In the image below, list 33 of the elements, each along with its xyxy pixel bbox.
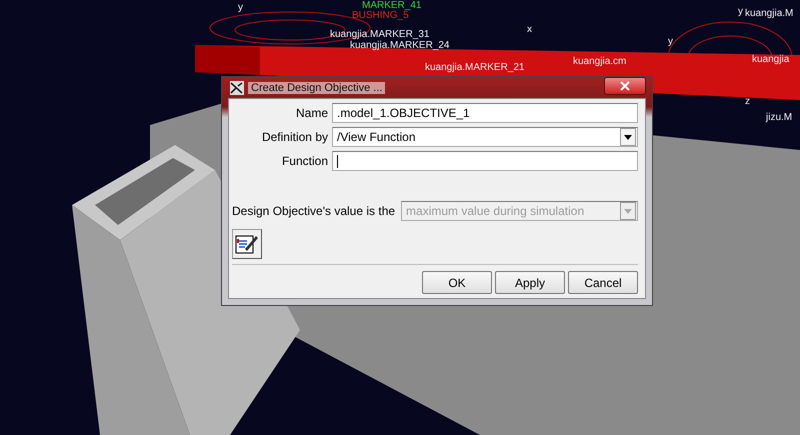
scene-label: kuangjia.MARKER_21	[425, 62, 524, 74]
field-label: Name	[294, 106, 328, 120]
window-title: Create Design Objective ...	[248, 82, 386, 94]
function-builder-button[interactable]	[232, 229, 262, 259]
app-icon	[230, 80, 244, 94]
scene-label: kuangjia.cm	[573, 56, 626, 68]
field-label: Definition by	[260, 130, 328, 144]
scene-label: BUSHING_5	[352, 10, 409, 22]
caret-icon	[624, 134, 632, 140]
axis-label: y	[238, 2, 243, 14]
dropdown-field[interactable]: /View Function	[332, 127, 638, 147]
input-field[interactable]: .model_1.OBJECTIVE_1	[332, 103, 638, 123]
input-field[interactable]	[332, 151, 638, 171]
dialog-button[interactable]: Cancel	[568, 271, 638, 294]
dialog-button[interactable]: Apply	[495, 271, 565, 294]
scene-label: kuangjia.M	[745, 8, 794, 20]
axis-label: z	[745, 96, 750, 108]
axis-label: y	[668, 36, 673, 48]
dropdown-field: maximum value during simulation	[401, 201, 638, 221]
axis-label: x	[527, 24, 532, 36]
dropdown-arrow-button[interactable]	[620, 128, 636, 146]
close-icon	[620, 80, 630, 90]
scene-label: jizu.M	[766, 112, 792, 124]
dialog-button[interactable]: OK	[422, 271, 492, 294]
scene-label: kuangjia	[752, 54, 790, 66]
close-button[interactable]	[604, 76, 646, 94]
field-label: Function	[280, 154, 328, 168]
axis-label: y	[738, 6, 743, 18]
field-label: Design Objective's value is the	[232, 204, 396, 218]
caret-icon	[624, 208, 632, 214]
scene-label: kuangjia.MARKER_24	[350, 40, 450, 52]
scene-label: MARKER_41	[362, 0, 422, 11]
pencil-note-icon	[235, 233, 259, 255]
